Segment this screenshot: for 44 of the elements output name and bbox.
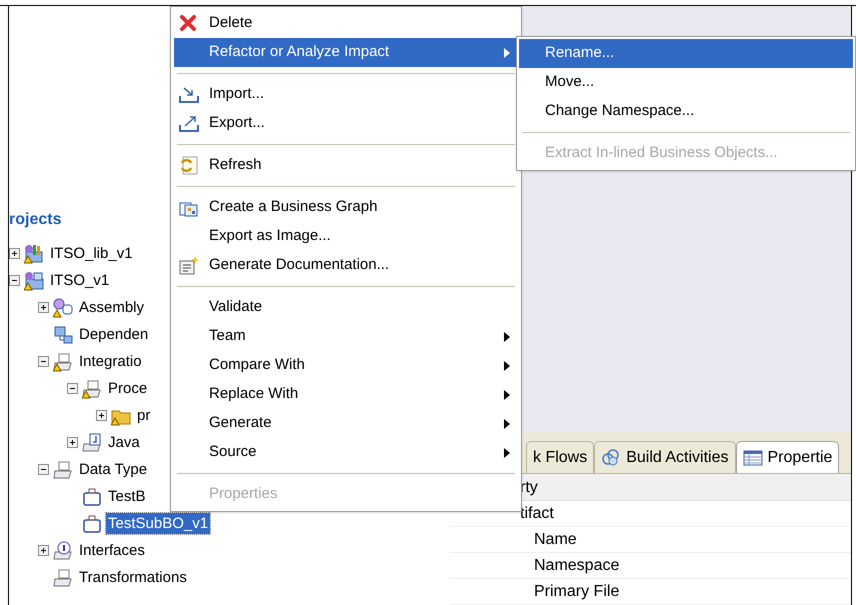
menu-item[interactable]: Refactor or Analyze Impact (174, 38, 518, 67)
menu-item[interactable]: Export as Image... (174, 222, 518, 251)
delete-icon (179, 14, 199, 34)
table-cell: Namespace (450, 553, 851, 579)
panel-tab[interactable]: Build Activities (594, 441, 736, 473)
circles-icon (601, 448, 622, 468)
menu-item[interactable]: Team (174, 322, 518, 351)
tree-item[interactable]: Java (106, 432, 142, 453)
menu-item[interactable]: Validate (174, 293, 518, 322)
menu-item[interactable]: Compare With (174, 351, 518, 380)
table-cell: Primary File (450, 579, 851, 605)
menu-item[interactable]: Create a Business Graph (174, 193, 518, 222)
tree-item[interactable]: pr (135, 405, 152, 426)
tree-item[interactable]: Integratio (77, 351, 144, 372)
tree-item[interactable]: ITSO_lib_v1 (48, 243, 135, 264)
tree-item[interactable]: Transformations (77, 567, 189, 588)
menu-item[interactable]: Generate Documentation... (174, 251, 518, 280)
menu-item[interactable]: Delete (174, 9, 518, 38)
import-icon (179, 84, 199, 104)
menu-item[interactable]: Export... (174, 109, 518, 138)
panel-tab[interactable]: k Flows (526, 441, 594, 473)
tree-item[interactable]: Dependen (77, 324, 150, 345)
menu-item[interactable]: Rename... (519, 39, 853, 68)
refresh-icon (179, 156, 199, 176)
table-icon (742, 448, 762, 468)
tree-item[interactable]: Interfaces (77, 540, 147, 561)
document-sparkle-icon (179, 256, 199, 276)
tree-item[interactable]: TestB (106, 486, 148, 507)
menu-item[interactable]: Move... (519, 68, 853, 97)
panel-tab[interactable]: Propertie (736, 441, 840, 473)
tree-item[interactable]: Data Type (77, 459, 150, 480)
menu-item[interactable]: Generate (174, 409, 518, 438)
menu-item[interactable]: Source (174, 438, 518, 467)
export-icon (179, 114, 199, 134)
tree-item[interactable]: Proce (106, 378, 150, 399)
tree-item[interactable]: ITSO_v1 (48, 270, 112, 291)
tree-item[interactable]: TestSubBO_v1 (106, 513, 210, 534)
panel-title: rojects (9, 210, 62, 230)
menu-item[interactable]: Import... (174, 80, 518, 109)
menu-item[interactable]: Change Namespace... (519, 97, 853, 126)
tree-item[interactable]: Assembly (77, 297, 146, 318)
menu-item[interactable]: Replace With (174, 380, 518, 409)
table-cell: Name (450, 527, 851, 553)
menu-item[interactable]: Refresh (174, 151, 518, 180)
